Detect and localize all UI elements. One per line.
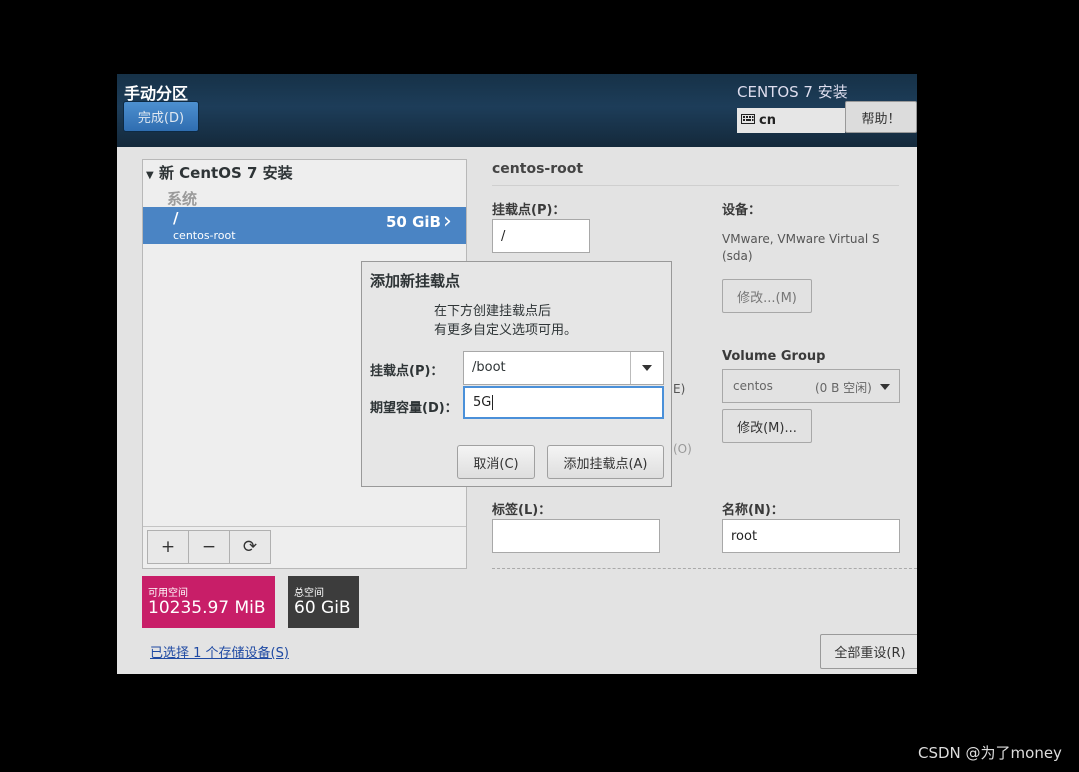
modify-vg-button[interactable]: 修改(M)... xyxy=(722,409,812,443)
partition-detail-title: centos-root xyxy=(492,161,584,177)
install-title: 新 CentOS 7 安装 xyxy=(158,164,293,182)
available-space-label: 可用空间 xyxy=(148,588,188,599)
mount-point-label: 挂载点(P)： xyxy=(492,203,566,218)
product-title: CENTOS 7 安装 xyxy=(737,83,848,101)
header-bar: 手动分区 完成(D) CENTOS 7 安装 cn 帮助！ xyxy=(117,74,917,147)
partition-toolbar: + − ⟳ xyxy=(143,526,466,569)
tag-label: 标签(L)： xyxy=(492,503,552,518)
divider xyxy=(492,185,899,186)
mount-point-value: /boot xyxy=(472,360,506,375)
device-value-line2: (sda) xyxy=(722,249,753,263)
add-mount-point-dialog: 添加新挂载点 在下方创建挂载点后 有更多自定义选项可用。 挂载点(P)： /bo… xyxy=(361,261,672,487)
name-field[interactable]: root xyxy=(722,519,900,553)
vg-free: (0 B 空闲) xyxy=(815,381,872,395)
name-label: 名称(N)： xyxy=(722,503,784,518)
dialog-description: 在下方创建挂载点后 有更多自定义选项可用。 xyxy=(434,302,577,340)
done-button[interactable]: 完成(D) xyxy=(123,101,199,132)
keyboard-layout-label: cn xyxy=(759,113,776,128)
dialog-title: 添加新挂载点 xyxy=(370,272,461,290)
vg-name: centos xyxy=(733,379,773,393)
device-value-line1: VMware, VMware Virtual S xyxy=(722,232,880,246)
chevron-down-icon xyxy=(880,384,890,390)
available-space-value: 10235.97 MiB xyxy=(148,598,266,618)
text-caret xyxy=(492,395,494,410)
partition-row-selected[interactable]: / centos-root 50 GiB › xyxy=(143,207,466,244)
combo-separator xyxy=(630,352,631,384)
tag-field[interactable] xyxy=(492,519,660,553)
partition-mount: / xyxy=(173,209,179,227)
device-label: 设备： xyxy=(722,203,762,218)
total-space-box: 总空间 60 GiB xyxy=(288,576,359,628)
capacity-value: 5G xyxy=(473,395,492,410)
install-group-header[interactable]: ▼ 新 CentOS 7 安装 xyxy=(146,162,293,183)
expander-icon: ▼ xyxy=(146,170,154,181)
obscured-text-o: (O) xyxy=(673,442,692,456)
dialog-mount-label: 挂载点(P)： xyxy=(370,364,444,379)
volume-group-label: Volume Group xyxy=(722,349,826,364)
chevron-down-icon[interactable] xyxy=(642,365,652,371)
partition-size: 50 GiB xyxy=(386,213,441,231)
help-button[interactable]: 帮助！ xyxy=(845,101,917,133)
add-partition-button[interactable]: + xyxy=(147,530,189,564)
chevron-right-icon: › xyxy=(443,209,452,234)
cancel-button[interactable]: 取消(C) xyxy=(457,445,535,479)
modify-device-button[interactable]: 修改...(M) xyxy=(722,279,812,313)
add-mount-point-button[interactable]: 添加挂载点(A) xyxy=(547,445,664,479)
dialog-desc-line1: 在下方创建挂载点后 xyxy=(434,304,552,319)
volume-group-select[interactable]: centos (0 B 空闲) xyxy=(722,369,900,403)
system-label: 系统 xyxy=(167,190,198,208)
refresh-button[interactable]: ⟳ xyxy=(229,530,271,564)
capacity-input[interactable]: 5G xyxy=(463,386,664,419)
keyboard-icon xyxy=(741,113,755,128)
dialog-desc-line2: 有更多自定义选项可用。 xyxy=(434,323,578,338)
dialog-capacity-label: 期望容量(D)： xyxy=(370,401,458,416)
total-space-label: 总空间 xyxy=(294,588,324,599)
divider xyxy=(492,568,917,569)
watermark: CSDN @为了money xyxy=(918,744,1062,762)
remove-partition-button[interactable]: − xyxy=(188,530,230,564)
reset-all-button[interactable]: 全部重设(R) xyxy=(820,634,917,669)
total-space-value: 60 GiB xyxy=(294,598,351,618)
storage-device-link[interactable]: 已选择 1 个存储设备(S) xyxy=(150,642,289,661)
partition-name: centos-root xyxy=(173,229,236,242)
mount-point-field[interactable]: / xyxy=(492,219,590,253)
available-space-box: 可用空间 10235.97 MiB xyxy=(142,576,275,628)
obscured-text-e: E) xyxy=(673,382,686,396)
mount-point-combobox[interactable]: /boot xyxy=(463,351,664,385)
keyboard-layout-indicator[interactable]: cn xyxy=(737,108,845,133)
